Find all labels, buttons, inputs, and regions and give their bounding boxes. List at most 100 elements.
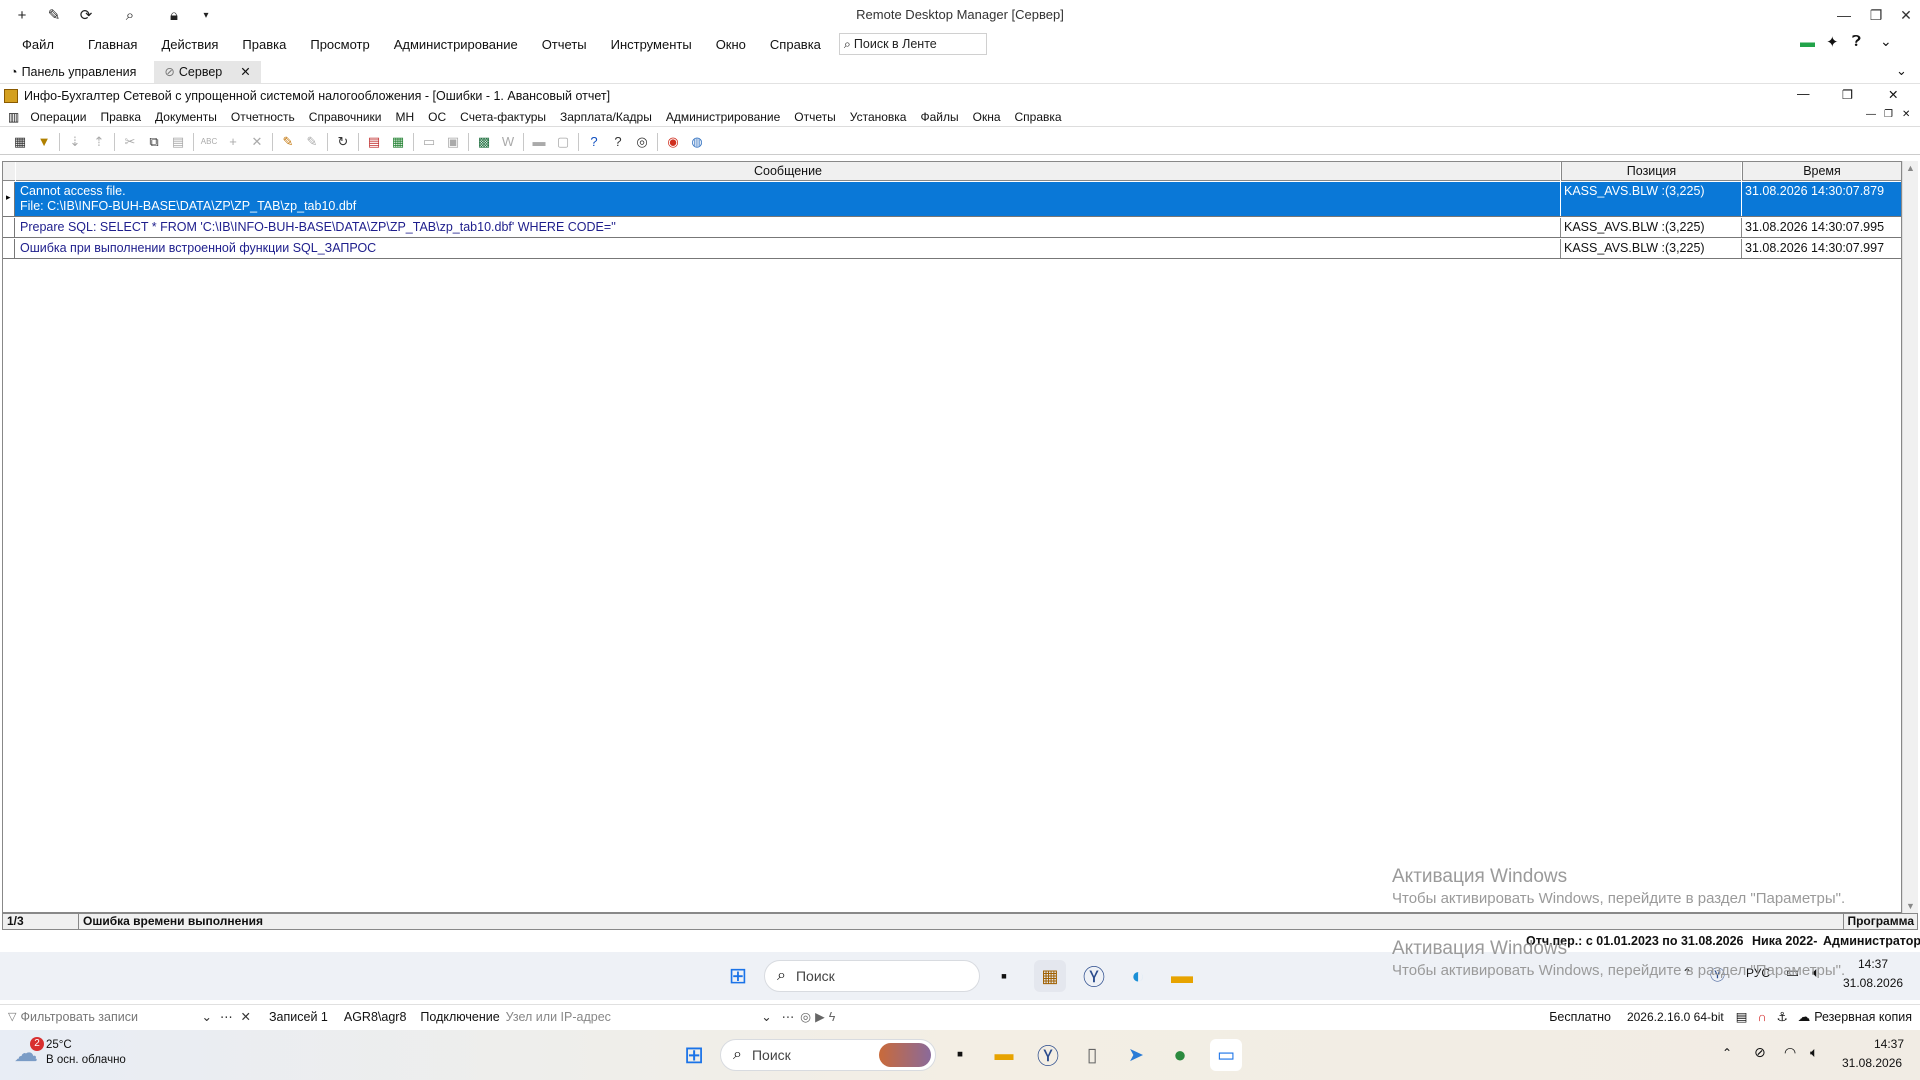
tab-server[interactable]: ⊘ Сервер ✕ — [154, 60, 261, 83]
compass-icon[interactable]: ◎ — [630, 131, 654, 153]
backup-label[interactable]: Резервная копия — [1814, 1010, 1912, 1024]
notes-icon[interactable]: ▤ — [1736, 1009, 1748, 1024]
open-icon[interactable]: ▭ — [417, 131, 441, 153]
app-restore-button[interactable]: ❐ — [1842, 87, 1853, 102]
mark-icon[interactable]: ✎ — [276, 131, 300, 153]
chat-icon[interactable]: ▬ — [1800, 34, 1815, 51]
excel-icon[interactable]: ▩ — [472, 131, 496, 153]
infobuh-app-icon[interactable]: ▦ — [1034, 960, 1066, 992]
preview-icon[interactable]: ▢ — [551, 131, 575, 153]
abc-icon[interactable]: ABC — [197, 131, 221, 153]
connect-icon[interactable]: ◎ — [800, 1009, 811, 1024]
app-close-button[interactable]: ✕ — [1888, 87, 1898, 102]
yandex-browser-icon[interactable]: Ⓨ — [1078, 960, 1110, 992]
backup-icon[interactable]: ☁︎ — [1798, 1009, 1811, 1024]
remote-search-box[interactable]: ⌕ Поиск — [764, 960, 980, 992]
sort-desc-icon[interactable]: ⇡ — [87, 131, 111, 153]
menu-view[interactable]: Просмотр — [298, 37, 381, 52]
app-menu-setup[interactable]: Установка — [843, 110, 914, 124]
onedrive-off-icon[interactable]: ⊘ — [1754, 1044, 1766, 1061]
mdi-close-icon[interactable]: ✕ — [1902, 109, 1910, 120]
menu-home[interactable]: Главная — [76, 37, 149, 52]
help-icon[interactable]: ❓︎ — [1852, 33, 1861, 50]
app-menu-reporting[interactable]: Отчетность — [224, 110, 302, 124]
scroll-down-icon[interactable]: ▼ — [1906, 901, 1915, 911]
tabs-dropdown-icon[interactable]: ⌄ — [1896, 63, 1907, 79]
chevron-down-icon[interactable]: ⌄ — [1880, 33, 1892, 50]
app-menu-reports[interactable]: Отчеты — [787, 110, 842, 124]
app-menu-edit[interactable]: Правка — [93, 110, 148, 124]
table-icon[interactable]: ▦ — [386, 131, 410, 153]
mdi-restore-icon[interactable]: ❐ — [1884, 109, 1893, 120]
app-menu-windows[interactable]: Окна — [966, 110, 1008, 124]
lock-icon[interactable]: 🔒︎ — [164, 5, 184, 25]
cut-icon[interactable]: ✂ — [118, 131, 142, 153]
support-icon[interactable]: ◉ — [661, 131, 685, 153]
telegram-icon[interactable]: ➤ — [1120, 1039, 1152, 1071]
more-options-icon[interactable]: ⋯ — [782, 1009, 795, 1024]
context-help-icon[interactable]: ? — [606, 131, 630, 153]
menu-actions[interactable]: Действия — [149, 37, 230, 52]
app-menu-payroll[interactable]: Зарплата/Кадры — [553, 110, 659, 124]
sort-asc-icon[interactable]: ⇣ — [63, 131, 87, 153]
task-view-icon[interactable]: ▪ — [944, 1039, 976, 1071]
sparkle-icon[interactable]: ✦ — [1826, 33, 1839, 51]
save-icon[interactable]: ▣ — [441, 131, 465, 153]
app-menu-documents[interactable]: Документы — [148, 110, 224, 124]
task-view-icon[interactable]: ▪ — [988, 960, 1020, 992]
add-icon[interactable]: + — [221, 131, 245, 153]
refresh-icon[interactable]: ⟳ — [76, 5, 96, 25]
word-icon[interactable]: W — [496, 131, 520, 153]
calculator-icon[interactable]: ▦ — [8, 131, 32, 153]
host-input[interactable]: Узел или IP-адрес ⌄ — [506, 1009, 772, 1025]
edit-icon[interactable]: ✎ — [44, 5, 64, 25]
print-icon[interactable]: ▬ — [527, 131, 551, 153]
windows-start-icon[interactable]: ⊞ — [722, 960, 754, 992]
app-menu-administration[interactable]: Администрирование — [659, 110, 787, 124]
filter-icon[interactable]: ▼ — [32, 131, 56, 153]
quick-connect-icon[interactable]: ϟ — [829, 1010, 836, 1024]
app-menu-help[interactable]: Справка — [1008, 110, 1069, 124]
scroll-up-icon[interactable]: ▲ — [1906, 163, 1915, 173]
close-button[interactable]: ✕ — [1894, 4, 1918, 26]
app-menu-references[interactable]: Справочники — [302, 110, 389, 124]
menu-window[interactable]: Окно — [704, 37, 758, 52]
start-button[interactable]: ⊞ — [678, 1039, 710, 1071]
filter-dropdown-icon[interactable]: ⌄ — [202, 1009, 212, 1024]
menu-reports[interactable]: Отчеты — [530, 37, 599, 52]
rdm-app-icon[interactable]: ▭ — [1210, 1039, 1242, 1071]
wifi-icon[interactable]: ◠ — [1784, 1044, 1796, 1061]
edition-label[interactable]: Бесплатно — [1549, 1010, 1611, 1024]
menu-help[interactable]: Справка — [758, 37, 833, 52]
copy-icon[interactable]: ⧉ — [142, 131, 166, 153]
unmark-icon[interactable]: ✎ — [300, 131, 324, 153]
notepad-icon[interactable]: ▯ — [1076, 1039, 1108, 1071]
green-app-icon[interactable]: ● — [1164, 1039, 1196, 1071]
host-dropdown-icon[interactable]: ⌄ — [761, 1009, 771, 1024]
pdf-icon[interactable]: ▤ — [362, 131, 386, 153]
explorer-icon[interactable]: ▬ — [988, 1039, 1020, 1071]
ribbon-search-input[interactable]: ⌕ Поиск в Ленте — [838, 33, 987, 55]
add-icon[interactable]: + — [12, 5, 32, 25]
app-menu-mn[interactable]: МН — [389, 110, 422, 124]
column-header-message[interactable]: Сообщение — [16, 162, 1560, 181]
vertical-scrollbar[interactable]: ▲ ▼ — [1902, 161, 1918, 913]
undo-icon[interactable]: ↻ — [331, 131, 355, 153]
restore-button[interactable]: ❐ — [1864, 4, 1888, 26]
anchor-icon[interactable]: ⚓︎ — [1777, 1009, 1788, 1024]
yandex-browser-icon[interactable]: Ⓨ — [1032, 1039, 1064, 1071]
headset-icon[interactable]: ∩ — [1758, 1010, 1767, 1024]
mdi-minimize-icon[interactable]: — — [1866, 109, 1876, 120]
tab-dashboard[interactable]: ◔ Панель управления — [0, 61, 146, 83]
customize-dropdown-icon[interactable]: ▾ — [196, 5, 216, 25]
paste-icon[interactable]: ▤ — [166, 131, 190, 153]
app-menu-files[interactable]: Файлы — [913, 110, 965, 124]
help-icon[interactable]: ? — [582, 131, 606, 153]
table-row[interactable]: Ошибка при выполнении встроенной функции… — [3, 239, 1901, 259]
filter-clear-icon[interactable]: ✕ — [241, 1009, 251, 1024]
menu-administration[interactable]: Администрирование — [382, 37, 530, 52]
menu-file[interactable]: Файл — [0, 37, 76, 52]
minimize-button[interactable]: — — [1832, 4, 1856, 26]
taskbar-search-box[interactable]: ⌕ Поиск — [720, 1039, 936, 1071]
menu-edit[interactable]: Правка — [230, 37, 298, 52]
